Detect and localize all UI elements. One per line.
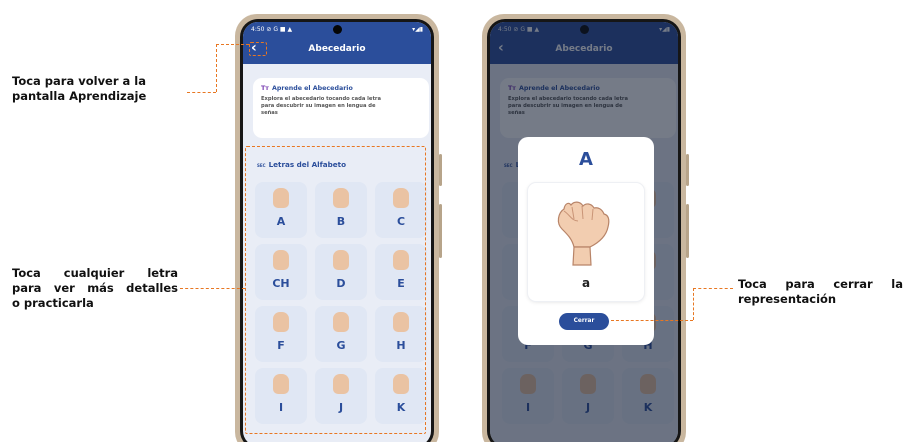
annotation-back: Toca para volver a la pantalla Aprendiza… [12,74,187,104]
grid-connector [180,288,245,289]
tutorial-canvas: Toca para volver a la pantalla Aprendiza… [0,0,904,442]
status-time: 4:50 ⊘ G ■ ▲ [251,26,293,33]
back-connector-vertical [216,44,217,92]
annotation-back-line-2: pantalla Aprendizaje [12,89,147,103]
annotation-back-line-1: Toca para volver a la [12,74,147,88]
close-button[interactable]: Cerrar [559,313,609,330]
info-card-desc-3: señas [261,110,278,116]
annotation-close: Toca para cerrar la representación [738,277,903,307]
back-highlight [249,42,267,56]
grid-highlight [245,146,426,434]
annotation-letter: Toca cualquier letra para ver más detall… [12,266,178,311]
back-connector-top [216,44,249,45]
modal-lowercase: a [581,276,591,290]
modal-letter: A [579,149,593,170]
info-card-title: Aprende el Abecedario [271,85,353,92]
info-card-desc-2: para descubrir su imagen en lengua de [261,103,376,109]
annotation-letter-line-1: Toca cualquier letra [12,266,178,280]
annotation-letter-line-3: o practicarla [12,296,94,310]
info-card-desc-1: Explora el abecedario tocando cada letra [261,96,381,102]
close-connector-top [693,288,733,289]
screen-letter-detail: 4:50 ⊘ G ■ ▲ ▾◢▮ ‹ Abecedario TтAprende … [490,22,678,442]
camera-cutout [332,25,342,34]
close-connector-vertical [693,288,694,320]
page-title: Abecedario [308,44,366,54]
app-bar: ‹ Abecedario [243,37,431,64]
annotation-close-line-1: Toca para cerrar la [738,277,903,291]
annotation-letter-line-2: para ver más detalles [12,281,178,295]
letter-modal: A a Cerrar [518,137,654,345]
back-connector-bottom [187,92,216,93]
phone-right: 4:50 ⊘ G ■ ▲ ▾◢▮ ‹ Abecedario TтAprende … [482,14,689,442]
text-size-icon: Tт [261,85,269,92]
close-connector-bottom [611,320,693,321]
annotation-close-line-2: representación [738,292,837,306]
info-card: TтAprende el Abecedario Explora el abece… [253,78,429,138]
sign-image-card: a [528,183,644,301]
status-icons: ▾◢▮ [412,26,423,33]
